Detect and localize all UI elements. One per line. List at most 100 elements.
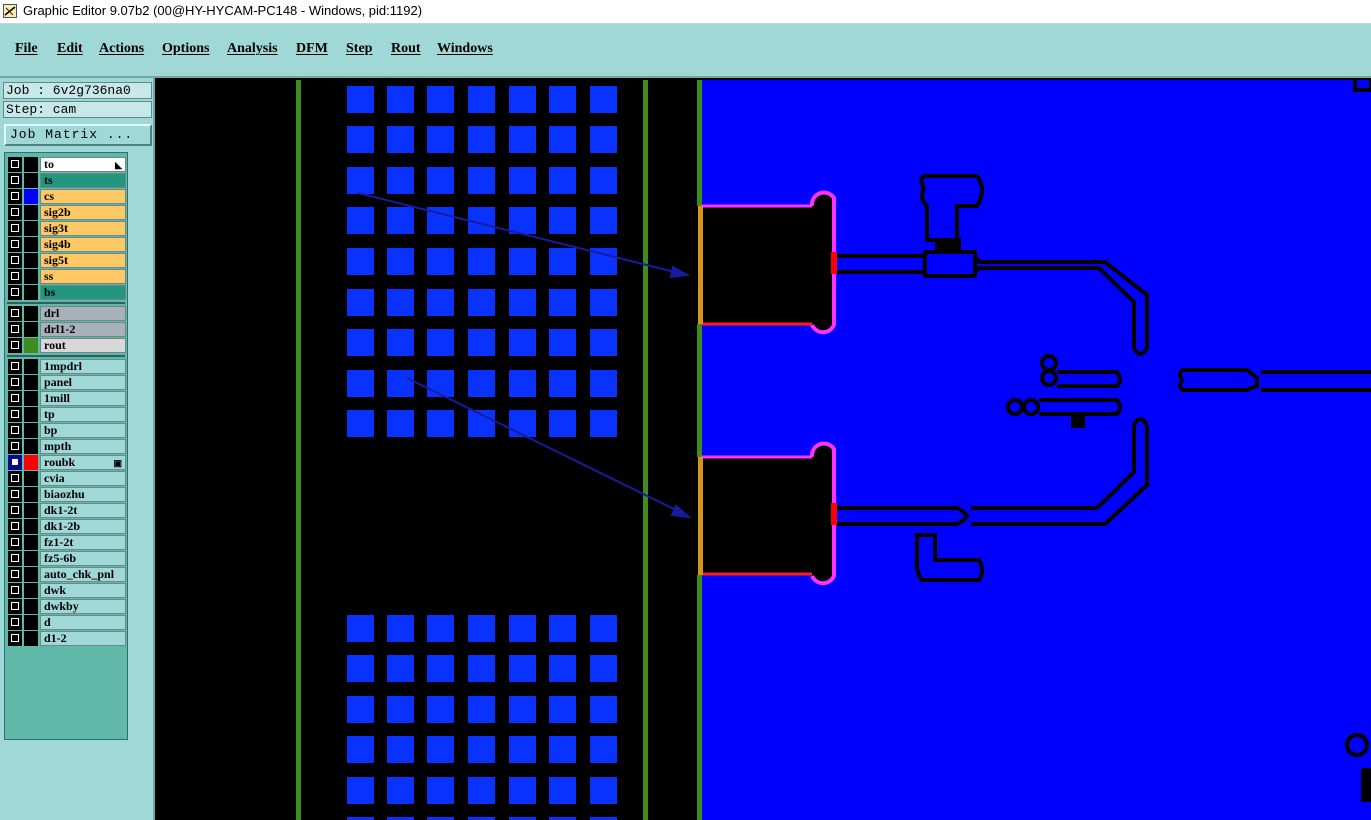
layer-name[interactable]: biaozhu — [40, 487, 126, 502]
pad[interactable] — [347, 86, 374, 113]
layer-checkbox[interactable] — [8, 306, 22, 321]
layer-color-swatch[interactable] — [24, 189, 38, 204]
pad[interactable] — [387, 615, 414, 642]
pad[interactable] — [468, 167, 495, 194]
layer-row-cs[interactable]: cs — [8, 189, 126, 204]
pad[interactable] — [387, 655, 414, 682]
pad[interactable] — [347, 370, 374, 397]
layer-name[interactable]: dwkby — [40, 599, 126, 614]
layer-checkbox[interactable] — [8, 189, 22, 204]
pad[interactable] — [427, 167, 454, 194]
layer-row-drl[interactable]: drl — [8, 306, 126, 321]
menu-options[interactable]: Options — [162, 41, 209, 57]
layer-name[interactable]: sig4b — [40, 237, 126, 252]
layer-color-swatch[interactable] — [24, 205, 38, 220]
menu-step[interactable]: Step — [346, 41, 372, 57]
pad[interactable] — [468, 615, 495, 642]
pad[interactable] — [427, 696, 454, 723]
pad[interactable] — [549, 167, 576, 194]
pad[interactable] — [509, 370, 536, 397]
pad[interactable] — [590, 696, 617, 723]
layer-checkbox[interactable] — [8, 359, 22, 374]
layer-checkbox[interactable] — [8, 269, 22, 284]
pad[interactable] — [427, 655, 454, 682]
layer-name[interactable]: d — [40, 615, 126, 630]
menu-windows[interactable]: Windows — [437, 41, 493, 57]
layer-name[interactable]: cs — [40, 189, 126, 204]
pad[interactable] — [549, 329, 576, 356]
job-matrix-button[interactable]: Job Matrix ... — [4, 124, 152, 146]
layer-checkbox[interactable] — [8, 285, 22, 300]
pad[interactable] — [509, 207, 536, 234]
layer-color-swatch[interactable] — [24, 615, 38, 630]
pad[interactable] — [468, 655, 495, 682]
pad[interactable] — [468, 777, 495, 804]
pad[interactable] — [549, 248, 576, 275]
layer-row-dwkby[interactable]: dwkby — [8, 599, 126, 614]
layer-checkbox[interactable] — [8, 615, 22, 630]
layer-color-swatch[interactable] — [24, 285, 38, 300]
layer-checkbox[interactable] — [8, 567, 22, 582]
layer-color-swatch[interactable] — [24, 567, 38, 582]
pad[interactable] — [347, 207, 374, 234]
pad[interactable] — [427, 329, 454, 356]
pad[interactable] — [509, 696, 536, 723]
layer-name[interactable]: bs — [40, 285, 126, 300]
pad[interactable] — [387, 410, 414, 437]
pad[interactable] — [347, 126, 374, 153]
pad[interactable] — [549, 696, 576, 723]
layer-checkbox[interactable] — [8, 455, 22, 470]
pad[interactable] — [468, 736, 495, 763]
pad[interactable] — [549, 86, 576, 113]
layer-name[interactable]: tp — [40, 407, 126, 422]
layer-color-swatch[interactable] — [24, 519, 38, 534]
pad[interactable] — [347, 777, 374, 804]
pad[interactable] — [387, 86, 414, 113]
pad[interactable] — [509, 126, 536, 153]
layer-row-sig5t[interactable]: sig5t — [8, 253, 126, 268]
layer-color-swatch[interactable] — [24, 407, 38, 422]
menu-file[interactable]: File — [15, 41, 38, 57]
layer-checkbox[interactable] — [8, 375, 22, 390]
layer-name[interactable]: cvia — [40, 471, 126, 486]
pad[interactable] — [347, 329, 374, 356]
pad[interactable] — [590, 370, 617, 397]
menu-edit[interactable]: Edit — [57, 41, 83, 57]
pad[interactable] — [387, 696, 414, 723]
layer-row-bp[interactable]: bp — [8, 423, 126, 438]
pad[interactable] — [549, 207, 576, 234]
pad[interactable] — [468, 696, 495, 723]
layer-name[interactable]: 1mill — [40, 391, 126, 406]
pad[interactable] — [549, 736, 576, 763]
pad[interactable] — [347, 696, 374, 723]
pad[interactable] — [509, 655, 536, 682]
pad[interactable] — [427, 615, 454, 642]
pad[interactable] — [427, 86, 454, 113]
layer-color-swatch[interactable] — [24, 375, 38, 390]
pad[interactable] — [468, 370, 495, 397]
layer-row-dwk[interactable]: dwk — [8, 583, 126, 598]
layer-checkbox[interactable] — [8, 253, 22, 268]
pad[interactable] — [509, 736, 536, 763]
layer-row-cvia[interactable]: cvia — [8, 471, 126, 486]
layer-checkbox[interactable] — [8, 471, 22, 486]
layer-name[interactable]: drl1-2 — [40, 322, 126, 337]
pad[interactable] — [590, 289, 617, 316]
layer-row-dk1-2t[interactable]: dk1-2t — [8, 503, 126, 518]
layer-color-swatch[interactable] — [24, 237, 38, 252]
pad[interactable] — [509, 86, 536, 113]
menu-rout[interactable]: Rout — [391, 41, 421, 57]
pad[interactable] — [427, 248, 454, 275]
layer-color-swatch[interactable] — [24, 423, 38, 438]
layer-checkbox[interactable] — [8, 519, 22, 534]
layer-name[interactable]: drl — [40, 306, 126, 321]
pad[interactable] — [347, 167, 374, 194]
pad[interactable] — [549, 615, 576, 642]
pad[interactable] — [590, 615, 617, 642]
layer-checkbox[interactable] — [8, 157, 22, 172]
layer-color-swatch[interactable] — [24, 551, 38, 566]
pad[interactable] — [427, 289, 454, 316]
pad[interactable] — [427, 410, 454, 437]
pad[interactable] — [387, 329, 414, 356]
pad[interactable] — [387, 370, 414, 397]
